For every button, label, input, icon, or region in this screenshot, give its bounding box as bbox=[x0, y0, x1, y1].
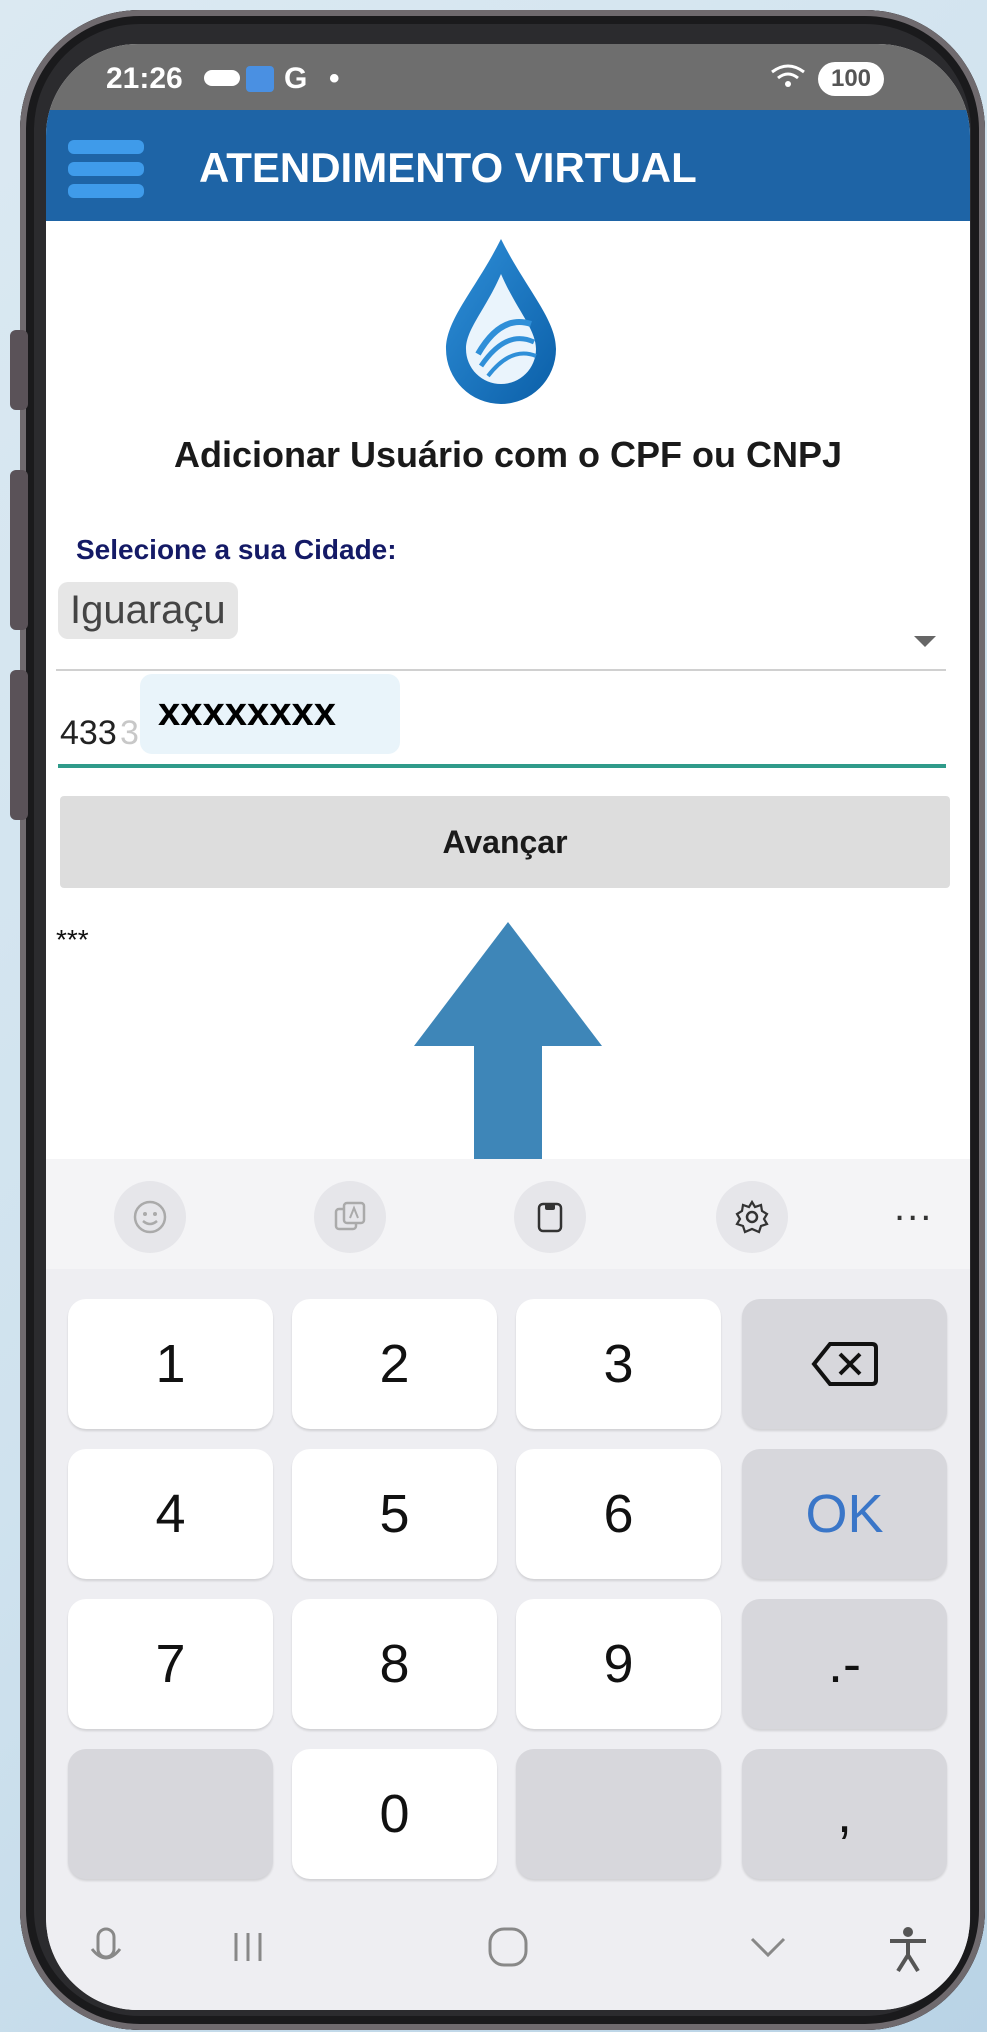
comma-key[interactable]: , bbox=[742, 1749, 947, 1879]
note-text: *** bbox=[56, 924, 89, 955]
key-2[interactable]: 2 bbox=[292, 1299, 497, 1429]
home-icon[interactable] bbox=[486, 1925, 530, 1980]
wifi-signal-icon bbox=[768, 62, 808, 99]
text-recognition-icon[interactable] bbox=[314, 1181, 386, 1253]
form-heading: Adicionar Usuário com o CPF ou CNPJ bbox=[173, 434, 843, 475]
volume-down-button bbox=[10, 470, 28, 630]
city-selected-value: Iguaraçu bbox=[58, 582, 238, 639]
numeric-keyboard: 1 2 3 4 5 6 OK 7 8 9 .- 0 , bbox=[46, 1269, 970, 1907]
next-button[interactable]: Avançar bbox=[60, 796, 950, 888]
water-drop-logo bbox=[436, 234, 566, 404]
system-nav-bar bbox=[46, 1907, 970, 2010]
key-5[interactable]: 5 bbox=[292, 1449, 497, 1579]
key-8[interactable]: 8 bbox=[292, 1599, 497, 1729]
pointer-arrow-head bbox=[414, 922, 602, 1046]
ok-key[interactable]: OK bbox=[742, 1449, 947, 1579]
power-button bbox=[10, 670, 28, 820]
battery-icon: 100 bbox=[818, 62, 884, 96]
more-options-icon[interactable]: ... bbox=[894, 1185, 933, 1230]
blank-key-left[interactable] bbox=[68, 1749, 273, 1879]
clipboard-icon[interactable] bbox=[514, 1181, 586, 1253]
recent-apps-icon[interactable] bbox=[226, 1925, 270, 1980]
keyboard-toolbar: ... bbox=[46, 1159, 970, 1269]
dropdown-arrow-icon bbox=[914, 636, 936, 647]
key-0[interactable]: 0 bbox=[292, 1749, 497, 1879]
google-icon: G bbox=[284, 62, 308, 95]
dot-dash-key[interactable]: .- bbox=[742, 1599, 947, 1729]
cpf-cnpj-input[interactable]: 433 39115915 xxxxxxxx bbox=[58, 674, 946, 768]
blank-key-right[interactable] bbox=[516, 1749, 721, 1879]
settings-gear-icon[interactable] bbox=[716, 1181, 788, 1253]
pointer-arrow-shaft bbox=[474, 1044, 542, 1170]
back-chevron-down-icon[interactable] bbox=[746, 1925, 790, 1980]
notification-dot: • bbox=[329, 62, 340, 95]
city-select[interactable]: Iguaraçu bbox=[56, 574, 946, 671]
microphone-icon[interactable] bbox=[86, 1925, 126, 1986]
key-3[interactable]: 3 bbox=[516, 1299, 721, 1429]
app-bar: ATENDIMENTO VIRTUAL bbox=[46, 110, 970, 221]
screen: 21:26 G • 100 ATENDIMENTO VIRTUAL Adicio… bbox=[46, 44, 970, 2010]
cpf-value-prefix: 433 bbox=[60, 714, 117, 752]
hamburger-menu-icon[interactable] bbox=[68, 140, 144, 198]
city-label: Selecione a sua Cidade: bbox=[76, 534, 397, 565]
key-7[interactable]: 7 bbox=[68, 1599, 273, 1729]
cloud-icon bbox=[204, 70, 240, 86]
accessibility-icon[interactable] bbox=[886, 1925, 930, 1986]
emoji-icon[interactable] bbox=[114, 1181, 186, 1253]
app-title: ATENDIMENTO VIRTUAL bbox=[199, 144, 697, 191]
key-9[interactable]: 9 bbox=[516, 1599, 721, 1729]
cpf-redaction-label: xxxxxxxx bbox=[140, 674, 400, 754]
key-1[interactable]: 1 bbox=[68, 1299, 273, 1429]
volume-up-button bbox=[10, 330, 28, 410]
status-time: 21:26 bbox=[106, 62, 183, 95]
gallery-icon bbox=[246, 66, 274, 92]
backspace-key[interactable] bbox=[742, 1299, 947, 1429]
key-4[interactable]: 4 bbox=[68, 1449, 273, 1579]
status-bar: 21:26 G • 100 bbox=[46, 44, 970, 110]
key-6[interactable]: 6 bbox=[516, 1449, 721, 1579]
